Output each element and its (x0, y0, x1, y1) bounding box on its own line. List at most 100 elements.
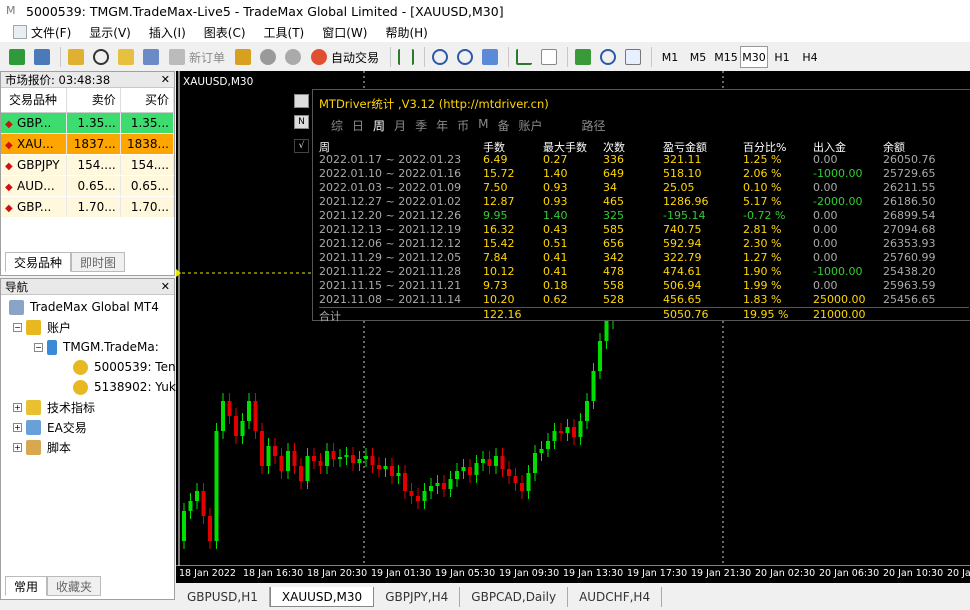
new-order-button[interactable]: 新订单 (165, 46, 229, 68)
tree-item-indicators[interactable]: + 技术指标 (13, 397, 95, 417)
stats-cell: 0.62 (543, 293, 568, 306)
menu-view[interactable]: 显示(V) (80, 22, 140, 42)
stats-tab[interactable]: 季 (415, 117, 427, 134)
table-row[interactable]: ◆ XAU... 1837... 1838... (1, 133, 175, 155)
stats-cell: 0.00 (813, 153, 838, 166)
stats-tab[interactable]: 路径 (582, 117, 606, 134)
stats-tab[interactable]: 年 (436, 117, 448, 134)
chart-shift-button[interactable] (513, 46, 535, 68)
candle-body (286, 451, 290, 471)
templates-button[interactable] (622, 46, 644, 68)
tree-item-terminal[interactable]: TradeMax Global MT4 (9, 297, 159, 317)
tree-item-account-2[interactable]: 5138902: Yuk (73, 377, 176, 397)
stats-minimize-button[interactable] (294, 94, 309, 108)
stats-cell: 26211.55 (883, 181, 936, 194)
indicators-button[interactable] (572, 46, 594, 68)
candle-body (396, 473, 401, 476)
account-icon (73, 359, 88, 375)
menu-insert[interactable]: 插入(I) (140, 22, 195, 42)
tab-common[interactable]: 常用 (5, 576, 48, 596)
timeframe-m5-button[interactable]: M5 (684, 46, 712, 68)
navigator-icon (118, 49, 134, 65)
expand-icon[interactable]: + (13, 442, 22, 452)
zoom-in-button[interactable] (429, 46, 451, 68)
close-icon[interactable]: ✕ (161, 73, 170, 86)
tree-item-expert-advisors[interactable]: + EA交易 (13, 417, 87, 437)
stats-tab[interactable]: 币 (457, 117, 469, 134)
market-watch-button[interactable] (65, 46, 87, 68)
chart-tab[interactable]: GBPJPY,H4 (374, 587, 461, 607)
menu-window[interactable]: 窗口(W) (313, 22, 376, 42)
chart-tab[interactable]: GBPUSD,H1 (176, 587, 270, 607)
stats-tab[interactable]: 账户 (518, 117, 542, 134)
tab-symbols[interactable]: 交易品种 (5, 252, 72, 272)
stats-tab[interactable]: 日 (352, 117, 364, 134)
chart-tab[interactable]: XAUUSD,M30 (269, 587, 375, 607)
menu-file[interactable]: 文件(F) (4, 22, 80, 42)
terminal-button[interactable] (140, 46, 162, 68)
timeframe-h1-button[interactable]: H1 (768, 46, 796, 68)
collapse-icon[interactable]: − (13, 322, 22, 332)
profiles-button[interactable] (31, 46, 53, 68)
stats-toggle-button[interactable]: N (294, 115, 309, 129)
tree-item-scripts[interactable]: + 脚本 (13, 437, 71, 457)
zoom-out-button[interactable] (454, 46, 476, 68)
bar-chart-button[interactable] (395, 46, 417, 68)
candle-body (370, 456, 375, 465)
stats-tab[interactable]: 备 (497, 117, 509, 134)
stats-cell: 26050.76 (883, 153, 936, 166)
metaeditor-button[interactable] (232, 46, 254, 68)
stats-tab[interactable]: M (478, 117, 488, 134)
table-row[interactable]: ◆ GBPJPY 154.... 154.... (1, 154, 175, 176)
column-header-symbol[interactable]: 交易品种 (1, 88, 68, 113)
table-row[interactable]: ◆ AUD... 0.65... 0.65... (1, 175, 175, 197)
stats-tab[interactable]: 月 (394, 117, 406, 134)
chart-tab[interactable]: GBPCAD,Daily (460, 587, 569, 607)
stats-cell: 506.94 (663, 279, 702, 292)
crosshair-button[interactable] (90, 46, 112, 68)
menu-tools[interactable]: 工具(T) (255, 22, 314, 42)
tab-tick-chart[interactable]: 即时图 (71, 252, 126, 272)
down-arrow-icon: ◆ (5, 181, 13, 193)
chart-window[interactable]: XAUUSD,M30 N √ MTDriver统计 ,V3.12 (http:/… (176, 71, 970, 583)
chart-tab[interactable]: AUDCHF,H4 (568, 587, 663, 607)
autoscroll-button[interactable] (538, 46, 560, 68)
title-bar: M 5000539: TMGM.TradeMax-Live5 - TradeMa… (0, 0, 970, 22)
close-icon[interactable]: ✕ (161, 280, 170, 293)
auto-trading-button[interactable]: 自动交易 (307, 46, 383, 68)
stats-cell: 2021.11.08 ~ 2021.11.14 (319, 293, 462, 306)
tree-item-accounts[interactable]: − 账户 (13, 317, 71, 337)
tree-item-server[interactable]: − TMGM.TradeMa: (34, 337, 159, 357)
timeframe-h4-button[interactable]: H4 (796, 46, 824, 68)
market-button[interactable] (282, 46, 304, 68)
column-header-ask[interactable]: 买价 (120, 88, 175, 113)
expand-icon[interactable]: + (13, 422, 22, 432)
collapse-icon[interactable]: − (34, 342, 43, 352)
tree-item-account-1[interactable]: 5000539: Ten (73, 357, 176, 377)
candle-body (344, 455, 349, 457)
table-row[interactable]: ◆ GBP... 1.35... 1.35... (1, 112, 175, 134)
column-header-bid[interactable]: 卖价 (66, 88, 121, 113)
table-row[interactable]: ◆ GBP... 1.70... 1.70... (1, 196, 175, 218)
stats-cell: 25729.65 (883, 167, 936, 180)
timeframe-m15-button[interactable]: M15 (712, 46, 740, 68)
stats-tab[interactable]: 综 (331, 117, 343, 134)
timeframe-m1-button[interactable]: M1 (656, 46, 684, 68)
candle-body (442, 483, 446, 489)
stats-cell: 2.30 % (743, 237, 782, 250)
signals-icon (260, 49, 277, 65)
periods-button[interactable] (597, 46, 619, 68)
tile-windows-button[interactable] (479, 46, 501, 68)
menu-help[interactable]: 帮助(H) (376, 22, 436, 42)
stats-tab[interactable]: 周 (373, 117, 385, 134)
new-chart-button[interactable] (6, 46, 28, 68)
navigator-button[interactable] (115, 46, 137, 68)
stats-check-button[interactable]: √ (294, 139, 309, 153)
tab-favorites[interactable]: 收藏夹 (47, 576, 102, 596)
stats-cell: 456.65 (663, 293, 702, 306)
menu-charts[interactable]: 图表(C) (195, 22, 255, 42)
signals-button[interactable] (257, 46, 279, 68)
timeframe-m30-button[interactable]: M30 (740, 46, 769, 68)
expand-icon[interactable]: + (13, 402, 22, 412)
candle-body (533, 453, 537, 473)
